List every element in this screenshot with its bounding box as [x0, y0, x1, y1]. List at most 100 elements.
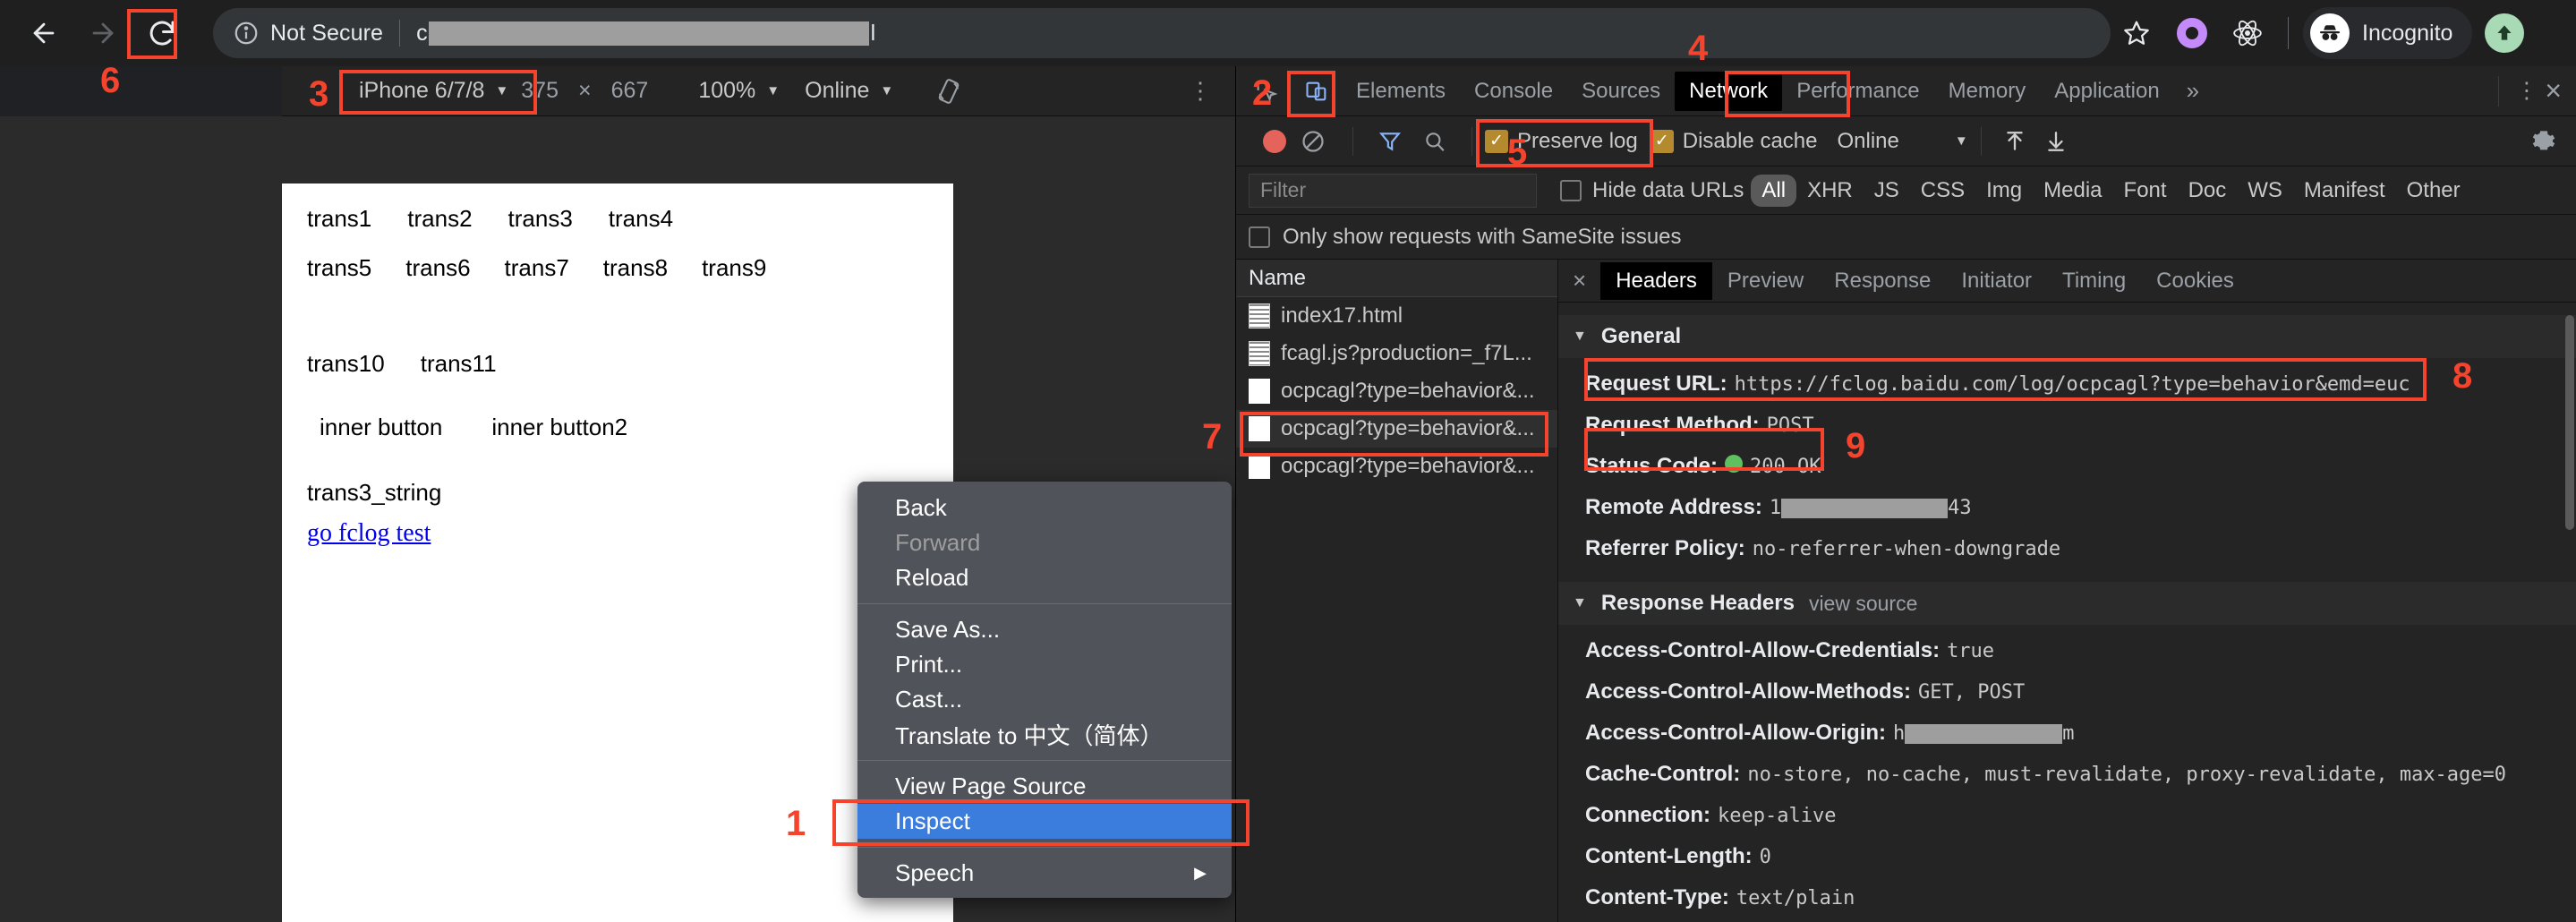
blank-file-icon	[1249, 454, 1270, 479]
context-menu-item-back[interactable]: Back	[857, 491, 1232, 525]
request-list-header[interactable]: Name	[1236, 260, 1557, 297]
status-ok-dot-icon	[1725, 455, 1744, 473]
table-row[interactable]: ocpcagl?type=behavior&...	[1236, 410, 1557, 448]
tab-network[interactable]: Network	[1675, 71, 1783, 111]
device-height[interactable]: 667	[611, 78, 649, 104]
trans-item[interactable]: trans9	[702, 254, 766, 282]
view-source-link[interactable]: view source	[1809, 592, 1917, 616]
inner-button-2[interactable]: inner button2	[491, 414, 627, 441]
disable-cache-checkbox[interactable]: ✓ Disable cache	[1650, 129, 1817, 154]
tab-elements[interactable]: Elements	[1342, 72, 1460, 111]
trans-item[interactable]: trans11	[421, 350, 497, 378]
tab-performance[interactable]: Performance	[1782, 72, 1933, 111]
go-fclog-test-link[interactable]: go fclog test	[307, 519, 431, 548]
filter-chip-other[interactable]: Other	[2396, 175, 2471, 207]
detail-tab-initiator[interactable]: Initiator	[1946, 262, 2047, 300]
context-menu-item-reload[interactable]: Reload	[857, 560, 1232, 595]
star-icon[interactable]	[2111, 7, 2162, 59]
filter-chip-font[interactable]: Font	[2113, 175, 2178, 207]
samesite-filter-label: Only show requests with SameSite issues	[1283, 224, 1682, 249]
trans-item[interactable]: trans4	[609, 205, 673, 233]
trans-item[interactable]: trans7	[505, 254, 569, 282]
context-menu-item-save-as[interactable]: Save As...	[857, 612, 1232, 647]
inner-button[interactable]: inner button	[320, 414, 442, 441]
zoom-selector[interactable]: 100% ▼	[686, 73, 792, 109]
filter-chip-ws[interactable]: WS	[2237, 175, 2293, 207]
trans-item[interactable]: trans6	[405, 254, 470, 282]
import-har-icon[interactable]	[2003, 130, 2026, 153]
record-button-icon[interactable]	[1263, 129, 1286, 153]
filter-chip-js[interactable]: JS	[1864, 175, 1910, 207]
header-key: Content-Type:	[1585, 885, 1729, 909]
header-row: Access-Control-Allow-Origin: hm	[1558, 713, 2576, 754]
toolbar-divider	[1471, 126, 1472, 156]
table-row[interactable]: fcagl.js?production=_f7L...	[1236, 335, 1557, 372]
gear-icon[interactable]	[2531, 129, 2556, 154]
hide-data-urls-checkbox[interactable]: Hide data URLs	[1560, 178, 1744, 203]
tab-sources[interactable]: Sources	[1567, 72, 1675, 111]
export-har-icon[interactable]	[2044, 130, 2068, 153]
context-menu-item-inspect[interactable]: Inspect	[857, 804, 1232, 839]
forward-icon[interactable]	[75, 5, 131, 61]
trans-item[interactable]: trans2	[407, 205, 472, 233]
header-key: Request Method:	[1585, 413, 1760, 437]
omnibox-divider	[399, 20, 401, 47]
more-tabs-icon[interactable]: »	[2174, 77, 2212, 105]
filter-chip-media[interactable]: Media	[2033, 175, 2112, 207]
detail-tab-headers[interactable]: Headers	[1600, 261, 1712, 300]
detail-tab-timing[interactable]: Timing	[2047, 262, 2141, 300]
extension-dot-icon[interactable]	[2166, 7, 2218, 59]
search-icon[interactable]	[1423, 130, 1446, 153]
general-section-header[interactable]: ▼ General	[1558, 315, 2576, 358]
trans-item[interactable]: trans10	[307, 350, 385, 378]
filter-chip-xhr[interactable]: XHR	[1796, 175, 1864, 207]
filter-icon[interactable]	[1378, 130, 1402, 153]
detail-tab-preview[interactable]: Preview	[1712, 262, 1819, 300]
filter-input[interactable]: Filter	[1249, 173, 1537, 208]
toggle-device-toolbar-icon[interactable]	[1293, 70, 1340, 113]
filter-chip-manifest[interactable]: Manifest	[2293, 175, 2396, 207]
trans-item[interactable]: trans5	[307, 254, 371, 282]
network-throttle-selector[interactable]: Online ▼	[1837, 129, 1967, 154]
response-headers-section-header[interactable]: ▼ Response Headers view source	[1558, 582, 2576, 625]
filter-chip-doc[interactable]: Doc	[2178, 175, 2238, 207]
reload-icon[interactable]	[134, 5, 190, 61]
header-row: Request Method: POST	[1558, 405, 2576, 446]
context-menu-item-cast[interactable]: Cast...	[857, 682, 1232, 717]
table-row[interactable]: index17.html	[1236, 297, 1557, 335]
back-icon[interactable]	[16, 5, 72, 61]
tab-application[interactable]: Application	[2040, 72, 2173, 111]
detail-tab-response[interactable]: Response	[1819, 262, 1946, 300]
rotate-device-icon[interactable]	[934, 77, 963, 106]
context-menu-item-view-page-source[interactable]: View Page Source	[857, 769, 1232, 804]
device-width[interactable]: 375	[521, 78, 559, 104]
samesite-filter-checkbox[interactable]: Only show requests with SameSite issues	[1236, 215, 2576, 260]
trans-item[interactable]: trans1	[307, 205, 371, 233]
filter-chip-all[interactable]: All	[1751, 174, 1797, 207]
react-devtools-icon[interactable]	[2222, 7, 2273, 59]
context-menu-item-translate[interactable]: Translate to 中文（简体）	[857, 717, 1232, 752]
update-arrow-icon[interactable]	[2485, 13, 2525, 53]
table-row[interactable]: ocpcagl?type=behavior&...	[1236, 372, 1557, 410]
table-row[interactable]: ocpcagl?type=behavior&...	[1236, 448, 1557, 485]
devtools-more-icon[interactable]: ⋮	[2515, 80, 2538, 102]
filter-chip-css[interactable]: CSS	[1910, 175, 1975, 207]
tab-console[interactable]: Console	[1460, 72, 1567, 111]
tab-memory[interactable]: Memory	[1934, 72, 2041, 111]
detail-scrollbar[interactable]	[2565, 315, 2574, 530]
filter-chip-img[interactable]: Img	[1975, 175, 2033, 207]
address-bar[interactable]: Not Secure cl	[213, 8, 2111, 58]
device-selector[interactable]: iPhone 6/7/8 ▼	[346, 73, 521, 109]
throttle-selector[interactable]: Online ▼	[792, 73, 906, 109]
trans-item[interactable]: trans8	[603, 254, 668, 282]
trans-item[interactable]: trans3	[508, 205, 573, 233]
device-more-icon[interactable]: ⋮	[1189, 79, 1212, 101]
devtools-close-icon[interactable]: ×	[2545, 74, 2562, 107]
context-menu-item-speech[interactable]: Speech ▶	[857, 856, 1232, 891]
annotation-number: 3	[309, 74, 329, 114]
incognito-indicator[interactable]: Incognito	[2303, 7, 2473, 59]
close-detail-icon[interactable]: ×	[1558, 267, 1600, 295]
detail-tab-cookies[interactable]: Cookies	[2141, 262, 2249, 300]
context-menu-item-print[interactable]: Print...	[857, 647, 1232, 682]
clear-icon[interactable]	[1301, 129, 1326, 154]
